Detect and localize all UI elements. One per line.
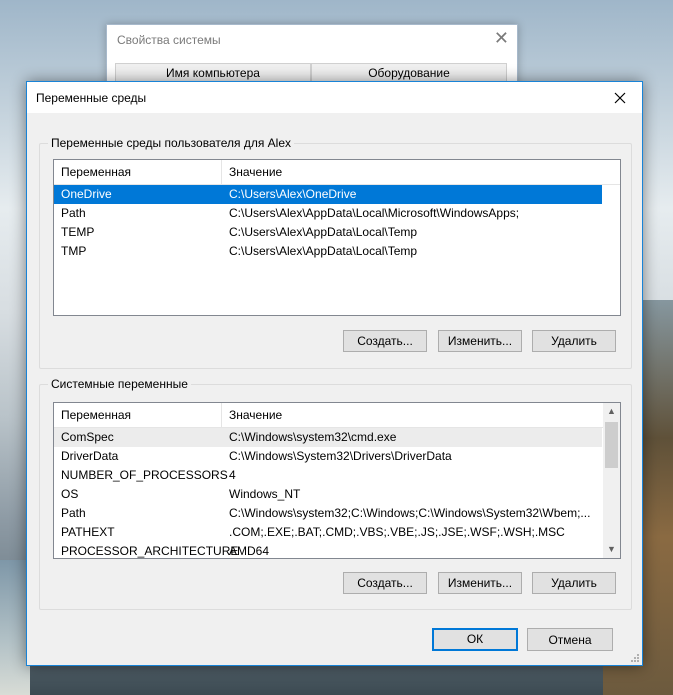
- row-variable: Path: [61, 506, 86, 520]
- table-row[interactable]: TMP C:\Users\Alex\AppData\Local\Temp: [54, 242, 620, 261]
- cancel-button[interactable]: Отмена: [527, 628, 613, 651]
- tab-hardware[interactable]: Оборудование: [311, 63, 507, 83]
- user-create-button[interactable]: Создать...: [343, 330, 427, 352]
- column-header-variable[interactable]: Переменная: [54, 403, 222, 427]
- row-variable: OS: [61, 487, 79, 501]
- row-value: C:\Windows\system32\cmd.exe: [229, 430, 397, 444]
- scroll-down-icon[interactable]: ▼: [603, 541, 620, 558]
- user-delete-button[interactable]: Удалить: [532, 330, 616, 352]
- row-variable: NUMBER_OF_PROCESSORS: [61, 468, 228, 482]
- row-variable: OneDrive: [61, 187, 112, 201]
- row-value: Windows_NT: [229, 487, 301, 501]
- column-header-variable[interactable]: Переменная: [54, 160, 222, 184]
- table-row[interactable]: Path C:\Users\Alex\AppData\Local\Microso…: [54, 204, 620, 223]
- user-variables-label: Переменные среды пользователя для Alex: [48, 136, 295, 150]
- row-variable: Path: [61, 206, 86, 220]
- ok-button[interactable]: ОК: [432, 628, 518, 651]
- table-row[interactable]: OS Windows_NT: [54, 485, 620, 504]
- list-header: Переменная Значение: [54, 160, 620, 185]
- row-variable: PATHEXT: [61, 525, 115, 539]
- row-value: C:\Users\Alex\AppData\Local\Temp: [229, 244, 418, 258]
- row-value: .COM;.EXE;.BAT;.CMD;.VBS;.VBE;.JS;.JSE;.…: [229, 525, 565, 539]
- table-row[interactable]: DriverData C:\Windows\System32\Drivers\D…: [54, 447, 620, 466]
- table-row[interactable]: TEMP C:\Users\Alex\AppData\Local\Temp: [54, 223, 620, 242]
- table-row[interactable]: NUMBER_OF_PROCESSORS 4: [54, 466, 620, 485]
- row-variable: ComSpec: [61, 430, 114, 444]
- row-variable: TEMP: [61, 225, 95, 239]
- system-create-button[interactable]: Создать...: [343, 572, 427, 594]
- table-row[interactable]: OneDrive C:\Users\Alex\OneDrive: [54, 185, 602, 204]
- row-value: C:\Windows\System32\Drivers\DriverData: [229, 449, 452, 463]
- row-value: C:\Users\Alex\AppData\Local\Temp: [229, 225, 418, 239]
- row-value: C:\Users\Alex\OneDrive: [229, 187, 357, 201]
- row-value: 4: [229, 468, 236, 482]
- close-button[interactable]: [598, 82, 642, 113]
- environment-variables-dialog: Переменные среды Переменные среды пользо…: [26, 81, 643, 666]
- row-variable: TMP: [61, 244, 87, 258]
- row-variable: DriverData: [61, 449, 119, 463]
- user-variables-list[interactable]: Переменная Значение OneDrive C:\Users\Al…: [53, 159, 621, 316]
- scroll-up-icon[interactable]: ▲: [603, 403, 620, 420]
- row-value: C:\Users\Alex\AppData\Local\Microsoft\Wi…: [229, 206, 520, 220]
- table-row[interactable]: PROCESSOR_ARCHITECTURE AMD64: [54, 542, 620, 558]
- dialog-titlebar[interactable]: Переменные среды: [27, 82, 642, 113]
- close-icon: [614, 92, 626, 103]
- system-edit-button[interactable]: Изменить...: [438, 572, 522, 594]
- row-variable: PROCESSOR_ARCHITECTURE: [61, 544, 239, 558]
- column-header-value[interactable]: Значение: [222, 160, 282, 184]
- column-header-value[interactable]: Значение: [222, 403, 282, 427]
- system-properties-tabs: Имя компьютера Оборудование: [115, 63, 507, 83]
- dialog-title: Переменные среды: [36, 91, 147, 105]
- user-edit-button[interactable]: Изменить...: [438, 330, 522, 352]
- tab-computer-name[interactable]: Имя компьютера: [115, 63, 311, 83]
- row-value: AMD64: [229, 544, 270, 558]
- system-variables-label: Системные переменные: [48, 377, 191, 391]
- list-header: Переменная Значение: [54, 403, 620, 428]
- system-variables-list[interactable]: Переменная Значение ComSpec C:\Windows\s…: [53, 402, 621, 559]
- close-icon[interactable]: ✕: [494, 29, 509, 47]
- system-delete-button[interactable]: Удалить: [532, 572, 616, 594]
- vertical-scrollbar[interactable]: ▲ ▼: [603, 403, 620, 558]
- table-row[interactable]: Path C:\Windows\system32;C:\Windows;C:\W…: [54, 504, 620, 523]
- row-value: C:\Windows\system32;C:\Windows;C:\Window…: [229, 506, 591, 520]
- table-row[interactable]: PATHEXT .COM;.EXE;.BAT;.CMD;.VBS;.VBE;.J…: [54, 523, 620, 542]
- resize-grip-icon[interactable]: [630, 653, 640, 663]
- system-properties-title: Свойства системы: [117, 33, 221, 47]
- scroll-thumb[interactable]: [605, 422, 618, 468]
- table-row[interactable]: ComSpec C:\Windows\system32\cmd.exe: [54, 428, 602, 447]
